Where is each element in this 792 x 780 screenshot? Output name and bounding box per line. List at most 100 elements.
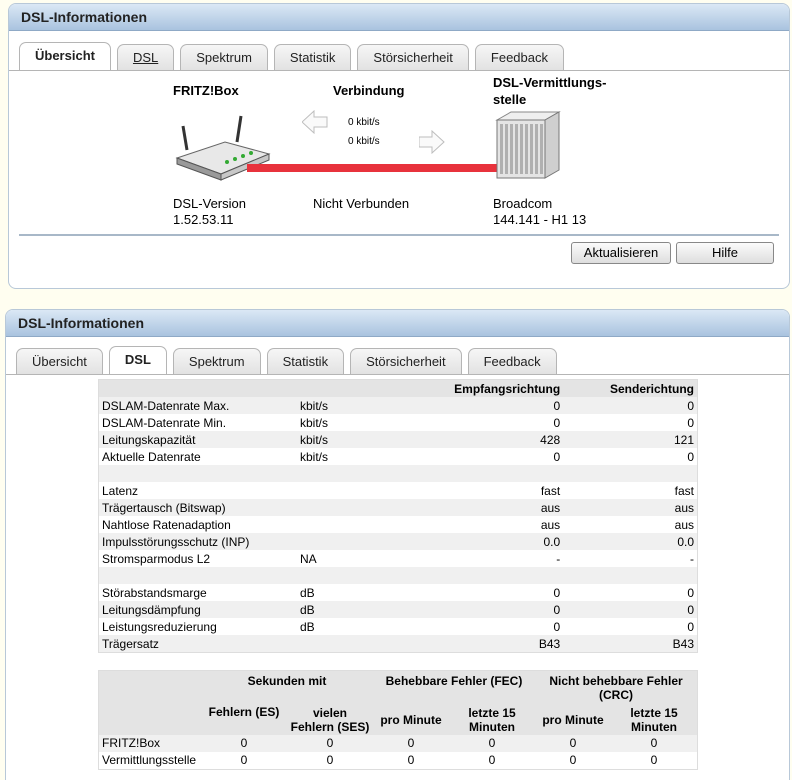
row-rx: 0.0 (397, 533, 564, 550)
upstream-rate: 0 kbit/s (348, 117, 380, 128)
error-count-cell: 0 (407, 753, 415, 767)
row-tx (563, 465, 698, 482)
table-row: Trägersatz B43 B43 (98, 635, 698, 653)
row-tx: fast (674, 483, 694, 498)
row-unit: dB (297, 601, 397, 618)
header-tx: Senderichtung (563, 379, 698, 397)
dsl-version-label: DSL-Version (173, 196, 246, 211)
tab-noise-immunity[interactable]: Störsicherheit (350, 348, 462, 374)
tab-divider (9, 70, 789, 71)
error-count-cell: 0 (488, 753, 496, 767)
fritzbox-label: FRITZ!Box (173, 83, 239, 98)
tab-dsl[interactable]: DSL (116, 44, 175, 70)
group-crc: Nicht behebbare Fehler (CRC) (535, 670, 698, 705)
group-fec: Behebbare Fehler (FEC) (373, 670, 535, 705)
tab-overview[interactable]: Übersicht (19, 42, 111, 70)
subheader-crc-pro-minute: pro Minute (535, 704, 611, 735)
row-label (98, 567, 297, 584)
row-rx: B43 (397, 635, 564, 653)
downstream-arrow-icon (419, 130, 445, 154)
header-rx: Empfangsrichtung (397, 379, 564, 397)
error-count-cell: 0 (240, 753, 248, 767)
tab-overview[interactable]: Übersicht (16, 348, 103, 374)
tab-noise-immunity[interactable]: Störsicherheit (357, 44, 469, 70)
row-rx (397, 465, 564, 482)
table-row: Nahtlose Ratenadaption aus aus (99, 516, 698, 533)
row-tx: aus (674, 517, 694, 532)
exchange-label-line2: stelle (493, 92, 527, 107)
tab-spectrum[interactable]: Spektrum (172, 348, 261, 374)
tab-statistics[interactable]: Statistik (273, 44, 352, 70)
row-rx: 0 (553, 415, 561, 430)
tab-dsl[interactable]: DSL (108, 346, 167, 374)
row-tx: 0 (687, 619, 694, 634)
row-unit: kbit/s (300, 449, 329, 464)
row-unit: NA (300, 551, 317, 566)
row-label: Nahtlose Ratenadaption (102, 517, 231, 532)
row-rx: 428 (397, 431, 564, 448)
row-label: Impulsstörungsschutz (INP) (98, 533, 297, 550)
row-label: DSLAM-Datenrate Min. (102, 415, 227, 430)
table-row: Latenz fast fast (99, 482, 698, 499)
chipset-version: 144.141 - H1 13 (493, 212, 587, 227)
error-count-cell: 0 (611, 734, 698, 752)
dsl-version-value: 1.52.53.11 (173, 212, 234, 227)
subheader-fec-last-15: letzte 15 Minuten (449, 704, 535, 735)
row-tx: 121 (563, 431, 698, 448)
row-unit (297, 499, 397, 516)
table-row (98, 567, 698, 584)
row-tx (563, 567, 698, 584)
row-unit (297, 635, 397, 653)
connection-label: Verbindung (333, 83, 405, 98)
row-tx: 0 (687, 449, 694, 464)
error-count-cell: 0 (535, 734, 611, 752)
exchange-label-line1: DSL-Vermittlungs- (493, 75, 607, 90)
tab-spectrum[interactable]: Spektrum (180, 44, 268, 70)
row-unit (297, 465, 397, 482)
row-tx: aus (563, 499, 698, 516)
row-unit: dB (300, 585, 315, 600)
row-label: Leitungsdämpfung (98, 601, 297, 618)
refresh-button[interactable]: Aktualisieren (571, 242, 671, 264)
downstream-rate: 0 kbit/s (348, 136, 380, 147)
table-row: FRITZ!Box 0 0 0 0 0 0 (98, 734, 698, 752)
tab-statistics[interactable]: Statistik (266, 348, 345, 374)
row-label: Leistungsreduzierung (102, 619, 217, 634)
table-row: Leitungskapazität kbit/s 428 121 (98, 431, 698, 448)
row-unit: dB (300, 619, 315, 634)
section-divider (19, 234, 779, 236)
error-count-cell: 0 (569, 753, 577, 767)
error-count-cell: 0 (201, 734, 287, 752)
dsl-details-panel: DSL-Informationen Übersicht DSL Spektrum… (5, 309, 790, 780)
tab-feedback[interactable]: Feedback (467, 348, 557, 374)
row-rx: 0 (553, 449, 561, 464)
row-rx: aus (397, 499, 564, 516)
table-row: Impulsstörungsschutz (INP) 0.0 0.0 (98, 533, 698, 550)
table-row: Leistungsreduzierung dB 0 0 (99, 618, 698, 635)
dsl-parameters-table: Empfangsrichtung Senderichtung DSLAM-Dat… (98, 379, 698, 653)
error-count-cell: 0 (449, 734, 535, 752)
table-row: Trägertausch (Bitswap) aus aus (98, 499, 698, 516)
tab-feedback[interactable]: Feedback (474, 44, 564, 70)
subheader-crc-last-15: letzte 15 Minuten (611, 704, 698, 735)
error-counters-table: Sekunden mit Behebbare Fehler (FEC) Nich… (98, 670, 698, 770)
subheader-fec-pro-minute: pro Minute (373, 704, 449, 735)
subheader-ses: vielen Fehlern (SES) (287, 704, 373, 735)
connection-status: Nicht Verbunden (313, 196, 410, 211)
table-row: Vermittlungsstelle 0 0 0 0 0 0 (99, 752, 698, 770)
panel-title: DSL-Informationen (6, 310, 789, 337)
row-tx: 0 (687, 585, 694, 600)
tab-divider (6, 374, 789, 375)
error-count-cell: 0 (287, 734, 373, 752)
upstream-arrow-icon (302, 110, 328, 134)
row-label (98, 465, 297, 482)
help-button[interactable]: Hilfe (676, 242, 774, 264)
row-tx: 0.0 (563, 533, 698, 550)
row-label: FRITZ!Box (98, 734, 201, 752)
row-tx: 0 (563, 601, 698, 618)
error-count-cell: 0 (326, 753, 334, 767)
tab-bar: Übersicht DSL Spektrum Statistik Störsic… (16, 346, 557, 374)
dslam-icon (495, 111, 561, 179)
table-row: Aktuelle Datenrate kbit/s 0 0 (99, 448, 698, 465)
row-label: Trägertausch (Bitswap) (98, 499, 297, 516)
